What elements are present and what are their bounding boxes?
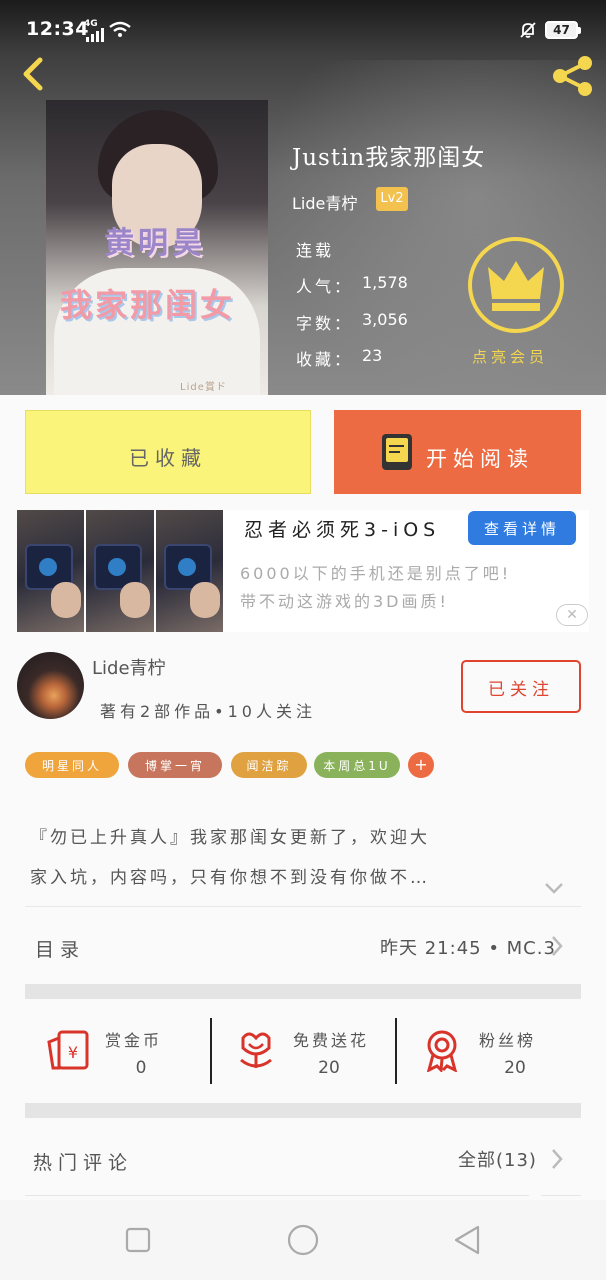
share-icon[interactable] [548, 54, 596, 98]
ad-description: 6000以下的手机还是别点了吧! 带不动这游戏的3D画质! [240, 564, 512, 611]
level-badge: Lv2 [376, 187, 408, 211]
start-reading-button[interactable]: 开始阅读 [334, 410, 581, 494]
start-reading-label: 开始阅读 [426, 447, 534, 471]
chevron-right-icon[interactable] [551, 935, 563, 957]
divider [25, 906, 581, 907]
cover-title-name: 黄明昊 [104, 226, 206, 261]
status-bar: 12:34 4G 47 [0, 0, 606, 60]
section-separator [25, 984, 581, 999]
ad-close-button[interactable]: ✕ [556, 604, 588, 626]
book-author[interactable]: Lide青柠 [292, 190, 357, 214]
info-status: 连载 [296, 241, 335, 260]
tag-item[interactable]: 本周总1U [314, 752, 400, 778]
tag-item[interactable]: 博掌一宵 [128, 752, 222, 778]
author-name[interactable]: Lide青柠 [92, 654, 166, 680]
crown-icon[interactable] [466, 235, 566, 335]
info-word-count: 字数： 3,056 [296, 310, 408, 333]
cover-title-book: 我家那闺女 [60, 286, 236, 324]
reward-bar: ¥ 赏金币 0 免费送花 20 粉丝榜 20 [25, 1000, 581, 1100]
vip-label[interactable]: 点亮会员 [472, 346, 548, 367]
wifi-icon [109, 21, 131, 37]
author-stats: 著有2部作品•10人关注 [100, 702, 316, 721]
info-favorites: 收藏： 23 [296, 346, 383, 369]
tag-item[interactable]: 闻洁踪 [231, 752, 307, 778]
author-card: Lide青柠 著有2部作品•10人关注 已关注 [0, 640, 606, 735]
section-separator [25, 1103, 581, 1118]
hot-comments-label: 热门评论 [33, 1152, 134, 1174]
red-envelope-icon: ¥ [47, 1030, 89, 1070]
home-icon[interactable] [285, 1222, 321, 1258]
header-background [260, 60, 606, 395]
book-summary: 『勿已上升真人』我家那闺女更新了，欢迎大 家入坑，内容吗，只有你想不到没有你做不… [30, 828, 430, 888]
info-popularity: 人气： 1,578 [296, 273, 408, 296]
collected-button[interactable]: 已收藏 [25, 410, 311, 494]
system-navigation-bar [0, 1200, 606, 1280]
coin-reward[interactable]: ¥ 赏金币 0 [25, 1000, 211, 1100]
status-time: 12:34 [26, 18, 89, 40]
book-header: 12:34 4G 47 黄明昊 我家那闺女 Lide賞ド Justin我家那闺女… [0, 0, 606, 395]
catalog-label[interactable]: 目录 [35, 935, 85, 962]
chevron-right-icon[interactable] [551, 1148, 563, 1170]
recent-apps-icon[interactable] [120, 1222, 156, 1258]
back-icon[interactable] [450, 1222, 486, 1258]
back-arrow-icon[interactable] [16, 54, 50, 94]
medal-icon [426, 1030, 458, 1072]
catalog-update[interactable]: 昨天 21:45 • MC.3 [380, 934, 556, 960]
svg-text:¥: ¥ [68, 1043, 78, 1062]
all-comments-link[interactable]: 全部(13) [458, 1146, 537, 1172]
avatar[interactable] [17, 652, 84, 719]
ad-image [17, 510, 223, 632]
flower-reward[interactable]: 免费送花 20 [213, 1000, 399, 1100]
book-title: Justin我家那闺女 [292, 145, 486, 171]
ad-detail-button[interactable]: 查看详情 [468, 511, 576, 545]
fan-rank[interactable]: 粉丝榜 20 [399, 1000, 585, 1100]
cover-watermark: Lide賞ド [180, 382, 227, 393]
mute-icon [520, 22, 536, 38]
chevron-down-icon[interactable] [543, 880, 565, 896]
book-cover[interactable]: 黄明昊 我家那闺女 Lide賞ド [46, 100, 268, 395]
ad-title: 忍者必须死3-iOS [244, 519, 441, 541]
add-tag-button[interactable]: + [408, 752, 434, 778]
follow-button[interactable]: 已关注 [461, 660, 581, 713]
book-icon [382, 434, 412, 470]
tag-item[interactable]: 明星同人 [25, 752, 119, 778]
signal-icon [86, 26, 106, 42]
battery-indicator: 47 [545, 21, 581, 39]
flower-icon [240, 1032, 272, 1068]
ad-banner[interactable]: 忍者必须死3-iOS 查看详情 6000以下的手机还是别点了吧! 带不动这游戏的… [17, 510, 589, 632]
